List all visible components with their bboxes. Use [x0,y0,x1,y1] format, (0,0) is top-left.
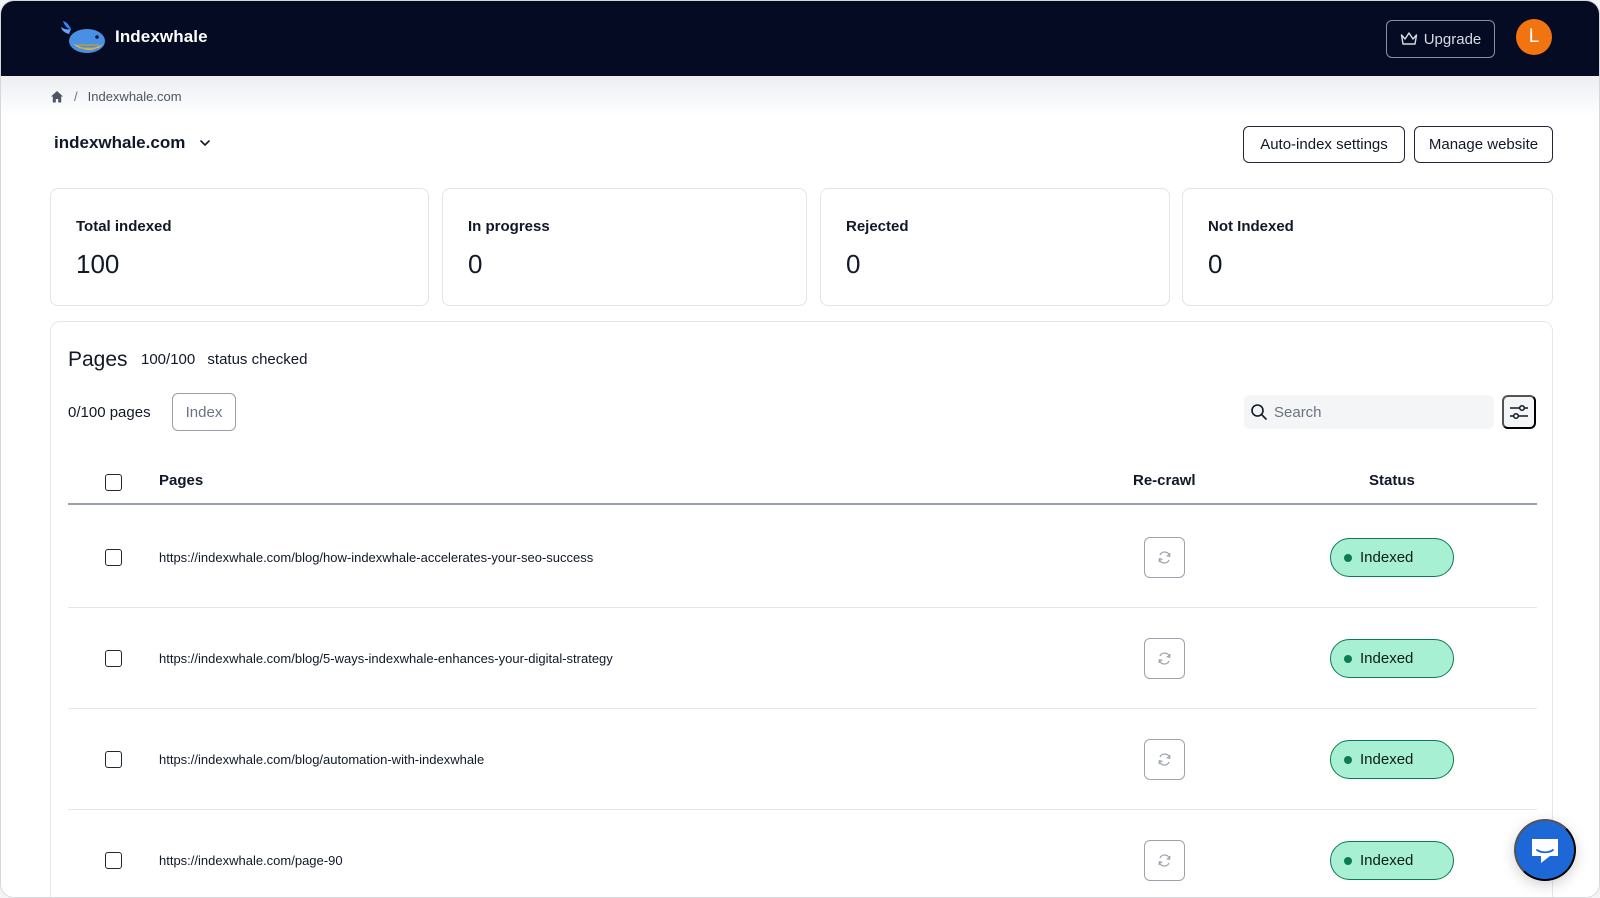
stat-value: 0 [846,249,861,279]
page-url[interactable]: https://indexwhale.com/blog/how-indexwha… [159,550,593,565]
manage-website-button[interactable]: Manage website [1414,126,1553,163]
upgrade-label: Upgrade [1423,30,1482,48]
chat-bubble-icon [1532,839,1558,863]
search-box[interactable] [1244,395,1494,429]
pages-title: Pages [68,348,128,371]
header-shadow [1,76,1599,116]
stat-label: Rejected [846,218,909,235]
refresh-icon [1158,854,1171,867]
page-url[interactable]: https://indexwhale.com/blog/automation-w… [159,752,484,767]
recrawl-button[interactable] [1144,537,1185,578]
stat-label: Total indexed [76,218,172,235]
filter-button[interactable] [1502,395,1536,429]
breadcrumb-separator: / [74,89,78,104]
brand[interactable]: Indexwhale [59,17,208,57]
status-checked-summary: 100/100 status checked [141,351,307,368]
row-checkbox[interactable] [105,650,122,667]
status-text: Indexed [1360,650,1414,667]
recrawl-button[interactable] [1144,638,1185,679]
table-row: https://indexwhale.com/blog/how-indexwha… [68,507,1537,608]
row-checkbox[interactable] [105,852,122,869]
status-dot [1344,553,1352,562]
pages-panel: Pages 100/100 status checked 0/100 pages… [50,321,1553,897]
whale-logo-icon [61,21,105,53]
column-header-pages[interactable]: Pages [159,472,203,489]
column-header-status[interactable]: Status [1369,472,1415,489]
site-name: indexwhale.com [54,133,186,152]
upgrade-button[interactable]: Upgrade [1386,20,1495,58]
top-navbar: Indexwhale Upgrade L [1,1,1599,76]
page-url[interactable]: https://indexwhale.com/page-90 [159,853,343,868]
chevron-down-icon [200,140,211,147]
crown-icon [1400,32,1417,45]
status-dot [1344,755,1352,764]
refresh-icon [1158,753,1171,766]
auto-index-settings-button[interactable]: Auto-index settings [1243,126,1405,163]
recrawl-button[interactable] [1144,840,1185,881]
status-badge: Indexed [1330,538,1454,577]
breadcrumb-current[interactable]: Indexwhale.com [88,89,182,104]
table-header: Pages Re-crawl Status [68,460,1537,505]
status-badge: Indexed [1330,740,1454,779]
selection-count: 0/100 pages [68,404,151,421]
site-selector[interactable]: indexwhale.com [54,133,211,153]
index-button[interactable]: Index [172,393,236,431]
status-text: Indexed [1360,549,1414,566]
search-icon [1251,404,1267,420]
stat-label: In progress [468,218,550,235]
status-badge: Indexed [1330,639,1454,678]
stat-value: 100 [76,249,120,279]
stat-value: 0 [468,249,483,279]
stat-card-in-progress: In progress 0 [442,188,807,306]
sliders-icon [1510,404,1528,420]
brand-name: Indexwhale [115,27,208,46]
breadcrumb: / Indexwhale.com [50,89,182,104]
table-row: https://indexwhale.com/blog/5-ways-index… [68,608,1537,709]
status-badge: Indexed [1330,841,1454,880]
stat-value: 0 [1208,249,1223,279]
status-dot [1344,654,1352,663]
refresh-icon [1158,652,1171,665]
stat-card-rejected: Rejected 0 [820,188,1170,306]
table-row: https://indexwhale.com/page-90 Indexed [68,810,1537,897]
status-checked-count: 100/100 [141,351,196,368]
avatar[interactable]: L [1516,19,1552,55]
status-dot [1344,856,1352,865]
status-text: Indexed [1360,852,1414,869]
stat-card-not-indexed: Not Indexed 0 [1182,188,1553,306]
stat-card-total-indexed: Total indexed 100 [50,188,429,306]
refresh-icon [1158,551,1171,564]
search-input[interactable] [1274,403,1474,421]
column-header-recrawl: Re-crawl [1133,472,1196,489]
chat-launcher-button[interactable] [1514,819,1576,881]
recrawl-button[interactable] [1144,739,1185,780]
select-all-checkbox[interactable] [105,474,122,491]
home-icon[interactable] [50,90,64,104]
table-row: https://indexwhale.com/blog/automation-w… [68,709,1537,810]
page-url[interactable]: https://indexwhale.com/blog/5-ways-index… [159,651,613,666]
status-text: Indexed [1360,751,1414,768]
row-checkbox[interactable] [105,549,122,566]
stat-label: Not Indexed [1208,218,1294,235]
row-checkbox[interactable] [105,751,122,768]
status-checked-label: status checked [207,351,308,368]
app-window: Indexwhale Upgrade L / Indexwhale.com in… [0,0,1600,898]
